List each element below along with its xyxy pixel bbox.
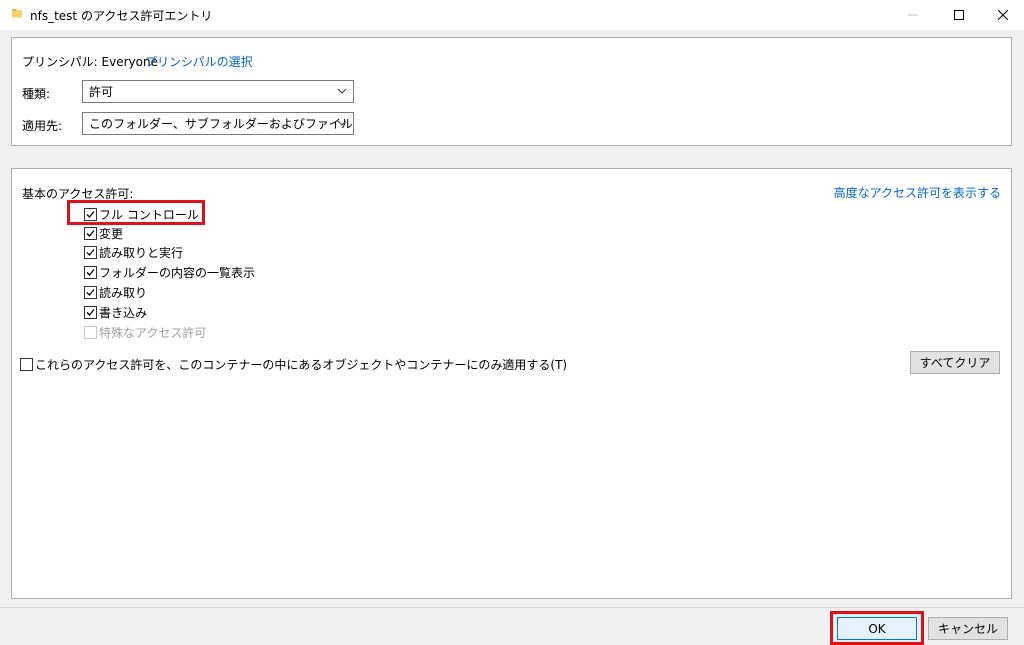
- folder-icon: [12, 9, 22, 18]
- permission-label: フル コントロール: [99, 208, 199, 222]
- principal-label-text: プリンシパル:: [22, 55, 98, 69]
- minimize-icon: [908, 14, 918, 16]
- permission-label: 読み取り: [99, 286, 148, 300]
- check-icon: [86, 230, 95, 237]
- applies-to-label: 適用先:: [22, 119, 63, 133]
- permission-label: 書き込み: [99, 306, 148, 320]
- clear-all-button[interactable]: すべてクリア: [910, 351, 1000, 374]
- permission-read[interactable]: 読み取り: [84, 284, 147, 301]
- close-button[interactable]: [980, 0, 1024, 30]
- maximize-button[interactable]: [936, 0, 982, 30]
- check-icon: [86, 211, 95, 218]
- checkbox[interactable]: [84, 286, 97, 299]
- checkbox[interactable]: [84, 208, 97, 221]
- permission-label: 変更: [99, 227, 124, 241]
- check-icon: [86, 309, 95, 316]
- checkbox[interactable]: [84, 306, 97, 319]
- ok-button[interactable]: OK: [837, 617, 917, 640]
- check-icon: [86, 269, 95, 276]
- title-bar: nfs_test のアクセス許可エントリ: [0, 0, 1024, 30]
- apply-only-label: これらのアクセス許可を、このコンテナーの中にあるオブジェクトやコンテナーにのみ適…: [35, 358, 568, 372]
- permission-label: フォルダーの内容の一覧表示: [99, 266, 256, 280]
- checkbox[interactable]: [84, 246, 97, 259]
- type-select[interactable]: 許可: [82, 80, 354, 103]
- checkbox[interactable]: [20, 358, 33, 371]
- select-principal-link[interactable]: プリンシパルの選択: [145, 53, 253, 70]
- maximize-icon: [954, 10, 964, 20]
- check-icon: [86, 289, 95, 296]
- checkbox[interactable]: [84, 266, 97, 279]
- permission-label: 読み取りと実行: [99, 246, 184, 260]
- checkbox[interactable]: [84, 227, 97, 240]
- applies-to-select[interactable]: このフォルダー、サブフォルダーおよびファイル: [82, 112, 354, 135]
- cancel-button[interactable]: キャンセル: [928, 617, 1008, 640]
- apply-only-within-container[interactable]: これらのアクセス許可を、このコンテナーの中にあるオブジェクトやコンテナーにのみ適…: [20, 356, 567, 373]
- type-select-value: 許可: [89, 85, 114, 99]
- permission-list-folder[interactable]: フォルダーの内容の一覧表示: [84, 264, 255, 281]
- check-icon: [86, 249, 95, 256]
- permission-label: 特殊なアクセス許可: [99, 326, 207, 340]
- permissions-panel: 基本のアクセス許可: 高度なアクセス許可を表示する フル コントロール 変更 読…: [11, 168, 1012, 599]
- show-advanced-permissions-link[interactable]: 高度なアクセス許可を表示する: [834, 184, 1001, 201]
- checkbox: [84, 326, 97, 339]
- minimize-button[interactable]: [890, 0, 936, 30]
- permission-read-execute[interactable]: 読み取りと実行: [84, 244, 183, 261]
- type-label: 種類:: [22, 87, 51, 101]
- basic-permissions-heading: 基本のアクセス許可:: [22, 187, 134, 201]
- permission-full-control[interactable]: フル コントロール: [84, 206, 199, 223]
- permission-modify[interactable]: 変更: [84, 225, 123, 242]
- permission-special: 特殊なアクセス許可: [84, 324, 206, 341]
- window-title: nfs_test のアクセス許可エントリ: [30, 9, 213, 23]
- permission-write[interactable]: 書き込み: [84, 304, 147, 321]
- close-icon: [998, 10, 1008, 20]
- principal-panel: プリンシパル: Everyone プリンシパルの選択 種類: 許可 適用先: こ…: [11, 37, 1012, 146]
- footer-divider: [0, 607, 1024, 608]
- principal-label: プリンシパル: Everyone: [22, 53, 158, 70]
- applies-to-select-value: このフォルダー、サブフォルダーおよびファイル: [89, 117, 353, 131]
- chevron-down-icon: [337, 88, 347, 94]
- chevron-down-icon: [337, 120, 347, 126]
